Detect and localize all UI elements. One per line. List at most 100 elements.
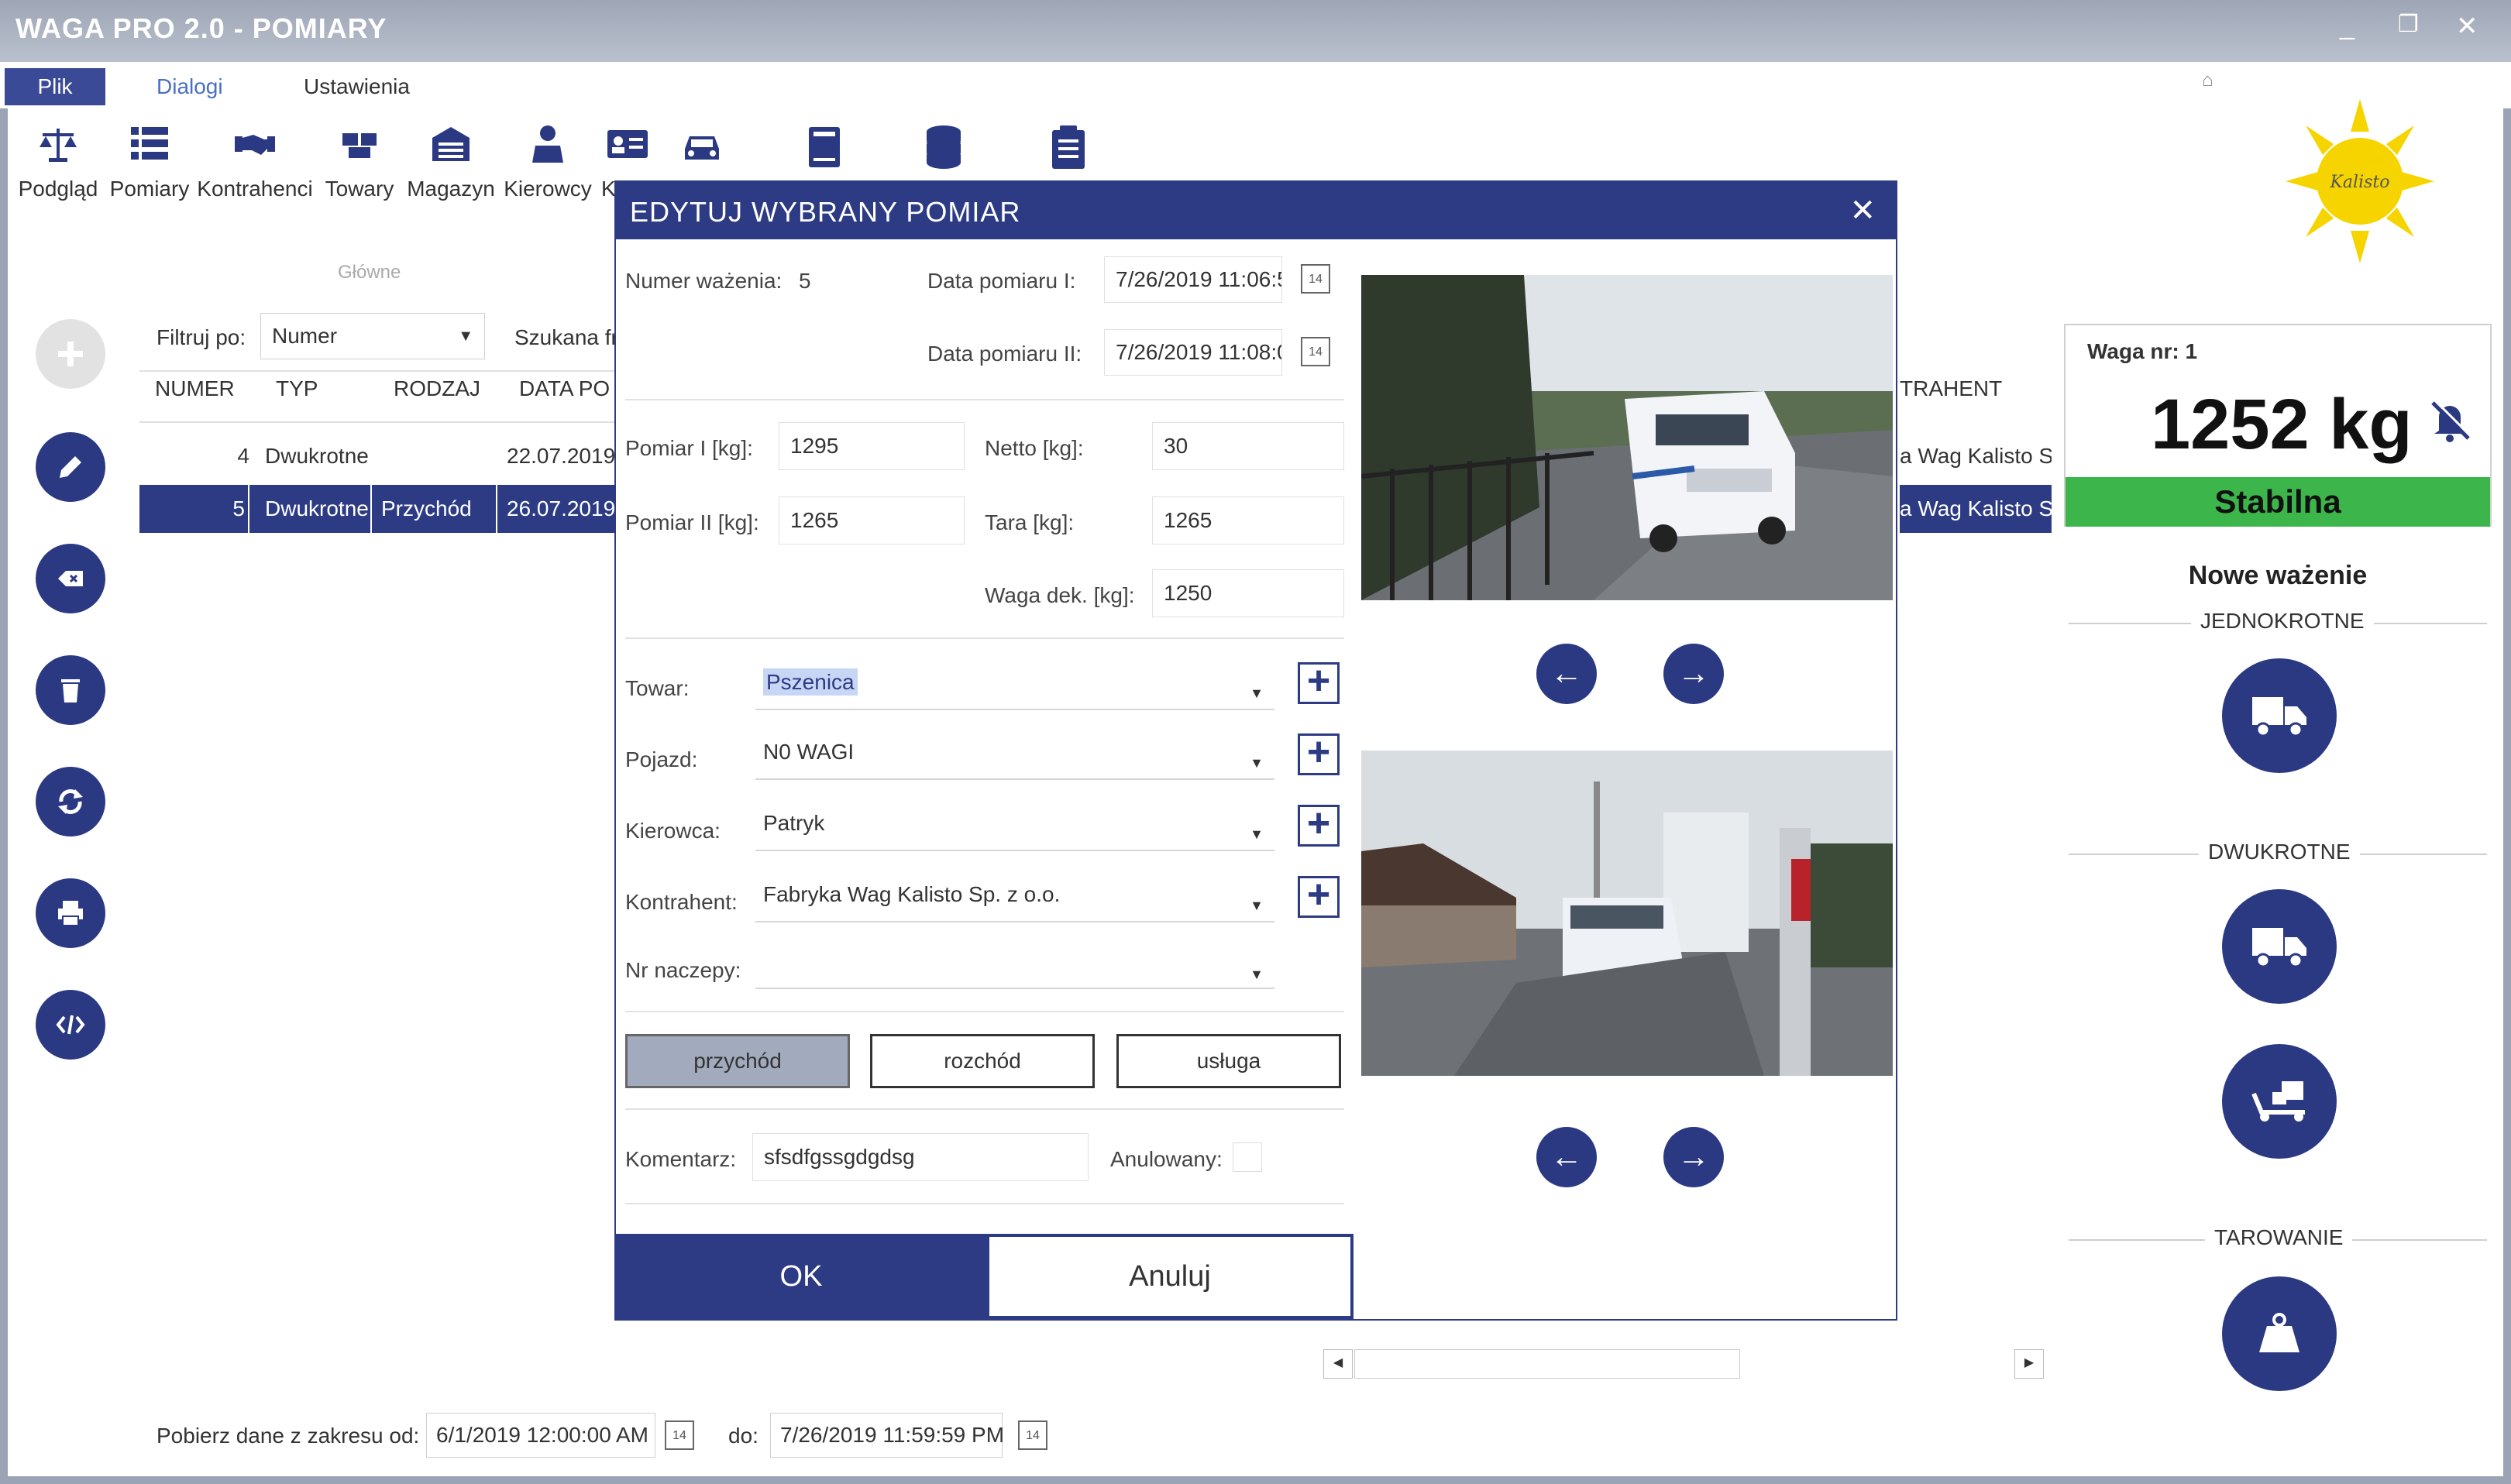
filter-combo[interactable]: Numer ▼	[260, 313, 485, 359]
single-weighing-button[interactable]	[2222, 658, 2337, 773]
separator	[625, 1203, 1344, 1204]
data1-label: Data pomiaru I:	[927, 269, 1076, 293]
add-pojazd-button[interactable]: +	[1298, 732, 1340, 775]
camera-photo-2	[1361, 751, 1893, 1076]
next-photo-2-button[interactable]: →	[1663, 1127, 1724, 1187]
scale-status: Stabilna	[2066, 477, 2490, 527]
ribbon-towary[interactable]: Towary	[319, 122, 400, 201]
driver-icon	[532, 125, 563, 163]
print-button[interactable]	[36, 878, 105, 948]
kierowca-dropdown[interactable]: Patryk ▼	[755, 800, 1274, 851]
table-row-selected[interactable]: 5 Dwukrotne Przychód 26.07.2019	[139, 485, 615, 533]
add-towar-button[interactable]: +	[1298, 661, 1340, 704]
clipboard-icon[interactable]	[1049, 124, 1088, 170]
add-kontrahent-button[interactable]: +	[1298, 874, 1340, 918]
ribbon-pomiary[interactable]: Pomiary	[107, 122, 192, 201]
restore-button[interactable]: ❐	[2398, 11, 2419, 38]
naczepa-dropdown[interactable]: ▼	[755, 941, 1274, 989]
pojazd-dropdown[interactable]: N0 WAGI ▼	[755, 729, 1274, 780]
pomiar2-label: Pomiar II [kg]:	[625, 510, 759, 534]
ribbon-magazyn-label: Magazyn	[407, 177, 495, 201]
pojazd-value: N0 WAGI	[763, 740, 855, 764]
erase-button[interactable]	[36, 544, 105, 613]
ribbon-podglad[interactable]: Podgląd	[15, 122, 101, 201]
calendar-icon[interactable]: 14	[1301, 264, 1330, 294]
ok-button[interactable]: OK	[616, 1234, 986, 1319]
scale-display: Waga nr: 1 1252 kg Stabilna	[2064, 324, 2492, 527]
date-from-field[interactable]: 6/1/2019 12:00:00 AM	[426, 1413, 655, 1458]
close-icon[interactable]: ✕	[1849, 193, 1876, 228]
separator	[625, 1011, 1344, 1012]
camera-photo-1	[1361, 275, 1893, 600]
printer-icon	[58, 901, 83, 926]
minimize-button[interactable]: _	[2340, 11, 2354, 41]
tab-dialogi[interactable]: Dialogi	[138, 68, 242, 105]
komentarz-label: Komentarz:	[625, 1147, 737, 1171]
cell-numer: 4	[237, 444, 249, 468]
code-button[interactable]	[36, 990, 105, 1060]
header-typ[interactable]: TYP	[276, 376, 318, 401]
towar-dropdown[interactable]: Pszenica ▼	[755, 659, 1274, 710]
naczepa-label: Nr naczepy:	[625, 958, 741, 982]
svg-text:Kalisto: Kalisto	[2330, 173, 2390, 192]
delete-button[interactable]	[36, 655, 105, 725]
unload-button[interactable]	[2222, 1044, 2337, 1159]
wagadek-field[interactable]: 1250	[1152, 569, 1344, 617]
header-numer[interactable]: NUMER	[155, 376, 235, 401]
ribbon-kontrahenci-label: Kontrahenci	[197, 177, 313, 201]
weight-icon	[2259, 1313, 2299, 1352]
data2-field[interactable]: 7/26/2019 11:08:0:	[1104, 329, 1282, 376]
prev-photo-2-button[interactable]: ←	[1536, 1127, 1597, 1187]
mode-rozchod-button[interactable]: rozchód	[870, 1034, 1095, 1088]
kontrahent-label: Kontrahent:	[625, 890, 738, 914]
next-photo-1-button[interactable]: →	[1663, 644, 1724, 704]
numer-label: Numer ważenia:	[625, 269, 783, 293]
header-rodzaj[interactable]: RODZAJ	[394, 376, 480, 401]
tab-ustawienia[interactable]: Ustawienia	[285, 68, 428, 105]
date-to-field[interactable]: 7/26/2019 11:59:59 PM	[770, 1413, 1004, 1458]
pomiar1-field[interactable]: 1295	[779, 422, 965, 470]
double-weighing-button[interactable]	[2222, 889, 2337, 1004]
table-top-line	[139, 370, 615, 372]
car-icon[interactable]	[680, 125, 724, 169]
mode-usluga-button[interactable]: usługa	[1116, 1034, 1341, 1088]
cancel-button[interactable]: Anuluj	[986, 1234, 1354, 1319]
horizontal-scrollbar[interactable]	[1354, 1349, 1740, 1379]
anulowany-checkbox[interactable]	[1233, 1142, 1262, 1172]
scroll-left-arrow[interactable]: ◀	[1323, 1349, 1353, 1379]
calendar-icon[interactable]: 14	[665, 1420, 694, 1450]
truck-icon	[2252, 928, 2306, 968]
tare-button[interactable]	[2222, 1276, 2337, 1391]
ribbon-kierowcy[interactable]: Kierowcy	[502, 122, 593, 201]
add-kierowca-button[interactable]: +	[1298, 803, 1340, 847]
mode-przychod-button[interactable]: przychód	[625, 1034, 850, 1088]
cell-kontrahent-selected: a Wag Kalisto S	[1900, 485, 2052, 533]
bell-muted-icon[interactable]	[2427, 397, 2473, 443]
header-kontrahent[interactable]: TRAHENT	[1900, 376, 2002, 401]
prev-photo-1-button[interactable]: ←	[1536, 644, 1597, 704]
tab-plik[interactable]: Plik	[5, 68, 105, 105]
pomiar2-field[interactable]: 1265	[779, 496, 965, 544]
edit-button[interactable]	[36, 432, 105, 502]
kontrahent-value: Fabryka Wag Kalisto Sp. z o.o.	[763, 882, 1061, 906]
komentarz-field[interactable]: sfsdfgssgdgdsg	[752, 1133, 1089, 1181]
header-data[interactable]: DATA PO	[519, 376, 612, 401]
scroll-right-arrow[interactable]: ▶	[2014, 1349, 2044, 1379]
close-window-button[interactable]: ✕	[2456, 11, 2478, 42]
collapse-ribbon-icon[interactable]: ⌂	[2202, 70, 2213, 91]
table-row[interactable]: 4 Dwukrotne 22.07.2019	[139, 432, 615, 480]
calendar-icon[interactable]: 14	[1301, 337, 1330, 366]
refresh-button[interactable]	[36, 767, 105, 836]
book-icon[interactable]	[803, 124, 846, 170]
cell-typ: Dwukrotne	[256, 485, 372, 533]
search-label: Szukana fr	[514, 325, 618, 349]
calendar-icon[interactable]: 14	[1018, 1420, 1047, 1450]
tara-field[interactable]: 1265	[1152, 496, 1344, 544]
database-icon[interactable]	[922, 124, 965, 170]
netto-field[interactable]: 30	[1152, 422, 1344, 470]
add-button[interactable]	[36, 319, 105, 389]
ribbon-magazyn[interactable]: Magazyn	[404, 122, 497, 201]
data1-field[interactable]: 7/26/2019 11:06:5:	[1104, 256, 1282, 303]
ribbon-kontrahenci[interactable]: Kontrahenci	[197, 122, 313, 201]
kontrahent-dropdown[interactable]: Fabryka Wag Kalisto Sp. z o.o. ▼	[755, 871, 1274, 922]
